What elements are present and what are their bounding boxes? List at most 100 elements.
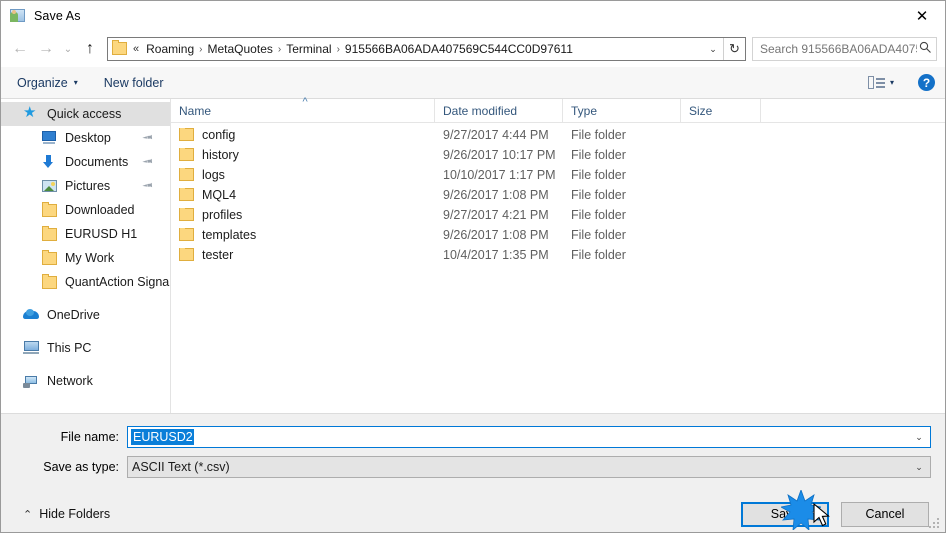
table-row[interactable]: MQL4 9/26/2017 1:08 PM File folder [171, 185, 945, 205]
file-date-cell: 9/26/2017 1:08 PM [443, 228, 549, 242]
sidebar-item-downloaded[interactable]: Downloaded [1, 198, 170, 222]
folder-icon [112, 40, 128, 56]
cloud-icon [23, 307, 40, 323]
folder-icon [179, 228, 195, 242]
breadcrumb-item-terminal[interactable]: Terminal [282, 42, 335, 56]
column-header-date-modified[interactable]: Date modified [435, 98, 563, 123]
hide-folders-button[interactable]: ⌃ Hide Folders [23, 507, 110, 521]
cancel-button[interactable]: Cancel [841, 501, 929, 527]
save-button[interactable]: Save [741, 501, 829, 527]
close-icon[interactable]: ✕ [899, 1, 945, 31]
button-row: ⌃ Hide Folders Save Cancel [1, 486, 945, 532]
sidebar-item-this-pc[interactable]: This PC [1, 336, 170, 360]
file-name-label: File name: [60, 430, 119, 444]
search-box[interactable]: Search 915566BA06ADA40756... [752, 37, 937, 61]
file-name-cell: MQL4 [171, 188, 435, 202]
hide-folders-label: Hide Folders [39, 507, 111, 521]
file-name-label: tester [202, 248, 234, 262]
file-date-cell: 9/26/2017 10:17 PM [443, 148, 556, 162]
table-row[interactable]: config 9/27/2017 4:44 PM File folder [171, 125, 945, 145]
file-type-cell: File folder [571, 248, 626, 262]
table-row[interactable]: profiles 9/27/2017 4:21 PM File folder [171, 205, 945, 225]
new-folder-label: New folder [103, 75, 164, 90]
table-row[interactable]: templates 9/26/2017 1:08 PM File folder [171, 225, 945, 245]
sidebar-item-quantaction-signal[interactable]: QuantAction Signal [1, 270, 170, 294]
navigation-bar: ← → ⌄ ↑ « Roaming › MetaQuotes › Termina… [1, 31, 945, 67]
save-as-type-row: Save as type: ASCII Text (*.csv) ⌄ [1, 456, 945, 478]
picture-icon [41, 178, 58, 194]
folder-icon [179, 128, 195, 142]
command-bar: Organize ▾ New folder ▾ ? [1, 67, 945, 99]
dialog-footer: File name: EURUSD2 ⌄ Save as type: ASCII… [1, 413, 945, 532]
file-date-cell: 10/10/2017 1:17 PM [443, 168, 556, 182]
up-button[interactable]: ↑ [77, 36, 103, 62]
monitor-icon [41, 130, 58, 146]
star-icon: ★ [23, 104, 37, 121]
pin-icon [139, 154, 155, 170]
file-rows: config 9/27/2017 4:44 PM File folder his… [171, 123, 945, 413]
column-header-name[interactable]: Name [171, 96, 435, 123]
sidebar-item-network[interactable]: Network [1, 369, 170, 393]
file-name-input[interactable]: EURUSD2 ⌄ [127, 426, 931, 448]
file-list-pane: Name Date modified Type Size config [171, 96, 945, 413]
breadcrumb-item-metaquotes[interactable]: MetaQuotes [204, 42, 277, 56]
file-type-cell: File folder [571, 168, 626, 182]
new-folder-button[interactable]: New folder [104, 76, 164, 90]
folder-icon [179, 168, 195, 182]
window-title: Save As [34, 9, 81, 23]
breadcrumb-overflow-icon[interactable]: « [131, 43, 142, 55]
column-header-size[interactable]: Size [681, 98, 761, 123]
save-as-app-icon [10, 8, 26, 24]
pin-icon [139, 178, 155, 194]
table-row[interactable]: logs 10/10/2017 1:17 PM File folder [171, 165, 945, 185]
view-options-button[interactable]: ▾ [867, 76, 894, 89]
recent-locations-button[interactable]: ⌄ [59, 36, 77, 62]
file-name-row: File name: EURUSD2 ⌄ [1, 426, 945, 448]
column-header-label: Size [689, 103, 713, 118]
sidebar-item-eurusd-h1[interactable]: EURUSD H1 [1, 222, 170, 246]
address-bar[interactable]: « Roaming › MetaQuotes › Terminal › 9155… [107, 37, 746, 61]
sidebar-item-label: Downloaded [65, 203, 135, 217]
folder-icon [41, 226, 58, 242]
address-dropdown-icon[interactable]: ⌄ [703, 38, 723, 60]
file-type-cell: File folder [571, 208, 626, 222]
sidebar-item-documents[interactable]: Documents [1, 150, 170, 174]
chevron-down-icon[interactable]: ⌄ [908, 462, 930, 473]
sidebar-item-quick-access[interactable]: ★ Quick access [1, 102, 170, 126]
folder-icon [41, 202, 58, 218]
file-date-cell: 9/26/2017 1:08 PM [443, 188, 549, 202]
breadcrumb-item-current[interactable]: 915566BA06ADA407569C544CC0D97611 [341, 42, 577, 56]
sidebar-item-label: Documents [65, 155, 129, 169]
save-as-type-select[interactable]: ASCII Text (*.csv) ⌄ [127, 456, 931, 478]
sidebar-item-pictures[interactable]: Pictures [1, 174, 170, 198]
sidebar-item-label: My Work [65, 251, 115, 265]
table-row[interactable]: history 9/26/2017 10:17 PM File folder [171, 145, 945, 165]
file-date-cell: 10/4/2017 1:35 PM [443, 248, 549, 262]
table-row[interactable]: tester 10/4/2017 1:35 PM File folder [171, 245, 945, 265]
file-type-cell: File folder [571, 128, 626, 142]
forward-button[interactable]: → [33, 36, 59, 62]
search-input[interactable]: Search 915566BA06ADA40756... [760, 42, 917, 56]
sidebar-item-label: QuantAction Signal [65, 275, 170, 289]
sidebar-item-my-work[interactable]: My Work [1, 246, 170, 270]
save-as-type-label: Save as type: [43, 460, 119, 474]
resize-grip[interactable] [929, 518, 941, 530]
sidebar-item-desktop[interactable]: Desktop [1, 126, 170, 150]
view-list-icon [867, 76, 885, 89]
help-button[interactable]: ? [918, 74, 935, 91]
column-header-label: Date modified [443, 103, 518, 118]
file-name-label: templates [202, 228, 257, 242]
breadcrumb-item-roaming[interactable]: Roaming [142, 42, 198, 56]
file-name-cell: history [171, 148, 435, 162]
back-button[interactable]: ← [7, 36, 33, 62]
title-bar: Save As ✕ [1, 1, 945, 31]
file-type-cell: File folder [571, 228, 626, 242]
sidebar-item-label: EURUSD H1 [65, 227, 138, 241]
refresh-icon[interactable]: ↻ [723, 38, 745, 60]
column-header-type[interactable]: Type [563, 98, 681, 123]
organize-button[interactable]: Organize ▾ [17, 76, 78, 90]
chevron-down-icon[interactable]: ⌄ [908, 432, 930, 443]
file-name-cell: templates [171, 228, 435, 242]
file-date-cell: 9/27/2017 4:44 PM [443, 128, 549, 142]
sidebar-item-onedrive[interactable]: OneDrive [1, 303, 170, 327]
